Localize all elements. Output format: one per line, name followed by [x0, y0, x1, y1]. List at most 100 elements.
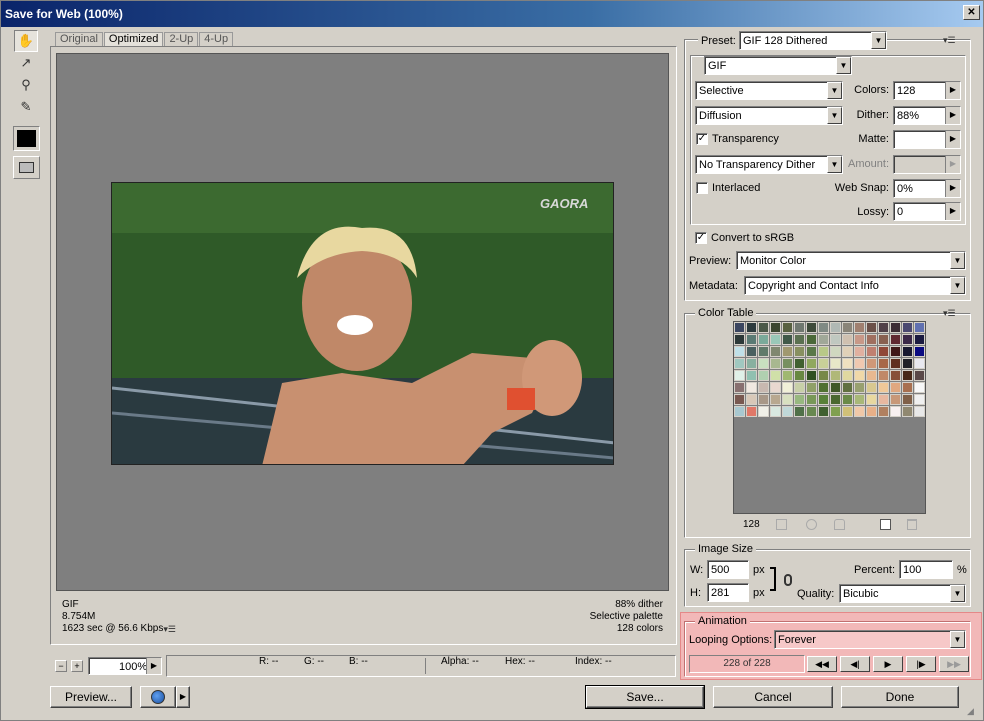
browser-icon-button[interactable]: [140, 686, 176, 708]
color-swatch[interactable]: [746, 358, 757, 369]
color-swatch[interactable]: [782, 358, 793, 369]
color-swatch[interactable]: [758, 382, 769, 393]
color-swatch[interactable]: [794, 358, 805, 369]
color-swatch[interactable]: [806, 334, 817, 345]
toggle-slices-button[interactable]: [13, 156, 40, 179]
color-swatch[interactable]: [818, 322, 829, 333]
color-swatch[interactable]: [734, 406, 745, 417]
color-swatch[interactable]: [914, 406, 925, 417]
color-swatch[interactable]: [758, 370, 769, 381]
color-swatch[interactable]: [782, 394, 793, 405]
color-swatch[interactable]: [842, 334, 853, 345]
color-swatch[interactable]: [914, 382, 925, 393]
color-swatch[interactable]: [890, 334, 901, 345]
color-swatch[interactable]: [842, 406, 853, 417]
preset-dropdown[interactable]: GIF 128 Dithered ▼: [739, 31, 887, 50]
web-snap-field[interactable]: 0% ▶: [893, 179, 961, 198]
color-swatch[interactable]: [890, 346, 901, 357]
width-field[interactable]: 500: [707, 560, 749, 579]
color-swatch[interactable]: [830, 370, 841, 381]
slice-select-tool-icon[interactable]: ↗: [14, 52, 38, 74]
color-swatch[interactable]: [734, 346, 745, 357]
color-swatch[interactable]: [818, 370, 829, 381]
color-swatch[interactable]: [866, 406, 877, 417]
color-swatch[interactable]: [794, 382, 805, 393]
color-swatch[interactable]: [758, 334, 769, 345]
color-swatch[interactable]: [770, 322, 781, 333]
color-swatch[interactable]: [770, 346, 781, 357]
color-swatch[interactable]: [866, 346, 877, 357]
color-swatch[interactable]: [830, 382, 841, 393]
color-swatch[interactable]: [794, 370, 805, 381]
color-swatch[interactable]: [842, 382, 853, 393]
map-transparency-icon[interactable]: [776, 519, 787, 530]
zoom-tool-icon[interactable]: ⚲: [14, 74, 38, 96]
color-swatch[interactable]: [854, 394, 865, 405]
tab-2up[interactable]: 2-Up: [164, 32, 199, 47]
color-swatch[interactable]: [854, 322, 865, 333]
color-swatch[interactable]: [818, 394, 829, 405]
play-button[interactable]: ▶: [873, 656, 903, 672]
color-swatch[interactable]: [794, 346, 805, 357]
color-swatch[interactable]: [818, 346, 829, 357]
colors-arrow-icon[interactable]: ▶: [945, 82, 960, 99]
color-reduction-dropdown[interactable]: Selective ▼: [695, 81, 843, 100]
color-swatch[interactable]: [866, 358, 877, 369]
color-swatch[interactable]: [842, 346, 853, 357]
colors-field[interactable]: 128 ▶: [893, 81, 961, 100]
download-time-menu-icon[interactable]: ▾☰: [163, 623, 176, 635]
preview-in-browser-button[interactable]: Preview...: [50, 686, 132, 708]
color-swatch[interactable]: [890, 322, 901, 333]
color-swatch[interactable]: [914, 358, 925, 369]
transparency-checkbox[interactable]: ✓: [696, 133, 708, 145]
color-swatch[interactable]: [890, 370, 901, 381]
color-swatch[interactable]: [866, 334, 877, 345]
transparency-dither-dropdown[interactable]: No Transparency Dither ▼: [695, 155, 843, 174]
color-swatch[interactable]: [842, 394, 853, 405]
color-swatch[interactable]: [794, 334, 805, 345]
color-table-grid[interactable]: [733, 321, 926, 514]
color-swatch[interactable]: [902, 346, 913, 357]
color-swatch[interactable]: [818, 406, 829, 417]
color-swatch[interactable]: [854, 358, 865, 369]
color-swatch[interactable]: [830, 358, 841, 369]
color-swatch[interactable]: [878, 370, 889, 381]
percent-field[interactable]: 100: [899, 560, 953, 579]
color-swatch[interactable]: [830, 322, 841, 333]
color-swatch[interactable]: [866, 394, 877, 405]
close-button[interactable]: ✕: [963, 5, 980, 20]
eyedropper-tool-icon[interactable]: ✎: [14, 96, 38, 118]
height-field[interactable]: 281: [707, 583, 749, 602]
color-swatch[interactable]: [914, 394, 925, 405]
color-swatch[interactable]: [782, 346, 793, 357]
color-swatch[interactable]: [842, 322, 853, 333]
color-swatch[interactable]: [770, 370, 781, 381]
color-swatch[interactable]: [746, 346, 757, 357]
lossy-arrow-icon[interactable]: ▶: [945, 203, 960, 220]
color-swatch[interactable]: [770, 334, 781, 345]
color-swatch[interactable]: [746, 394, 757, 405]
color-swatch[interactable]: [890, 406, 901, 417]
color-swatch[interactable]: [830, 406, 841, 417]
color-swatch[interactable]: [746, 370, 757, 381]
convert-srgb-checkbox[interactable]: ✓: [695, 232, 707, 244]
color-swatch[interactable]: [734, 358, 745, 369]
color-swatch[interactable]: [806, 346, 817, 357]
color-swatch[interactable]: [842, 358, 853, 369]
color-swatch[interactable]: [866, 322, 877, 333]
dither-algorithm-dropdown[interactable]: Diffusion ▼: [695, 106, 843, 125]
first-frame-button[interactable]: ◀◀: [807, 656, 837, 672]
color-swatch[interactable]: [770, 382, 781, 393]
color-swatch[interactable]: [902, 322, 913, 333]
color-swatch[interactable]: [830, 346, 841, 357]
color-swatch[interactable]: [794, 322, 805, 333]
color-swatch[interactable]: [734, 322, 745, 333]
color-swatch[interactable]: [734, 370, 745, 381]
color-swatch[interactable]: [770, 394, 781, 405]
hand-tool-icon[interactable]: ✋: [14, 30, 38, 52]
web-snap-arrow-icon[interactable]: ▶: [945, 180, 960, 197]
zoom-in-button[interactable]: +: [71, 660, 83, 672]
web-shift-icon[interactable]: [806, 519, 817, 530]
color-swatch[interactable]: [758, 406, 769, 417]
color-swatch[interactable]: [854, 334, 865, 345]
